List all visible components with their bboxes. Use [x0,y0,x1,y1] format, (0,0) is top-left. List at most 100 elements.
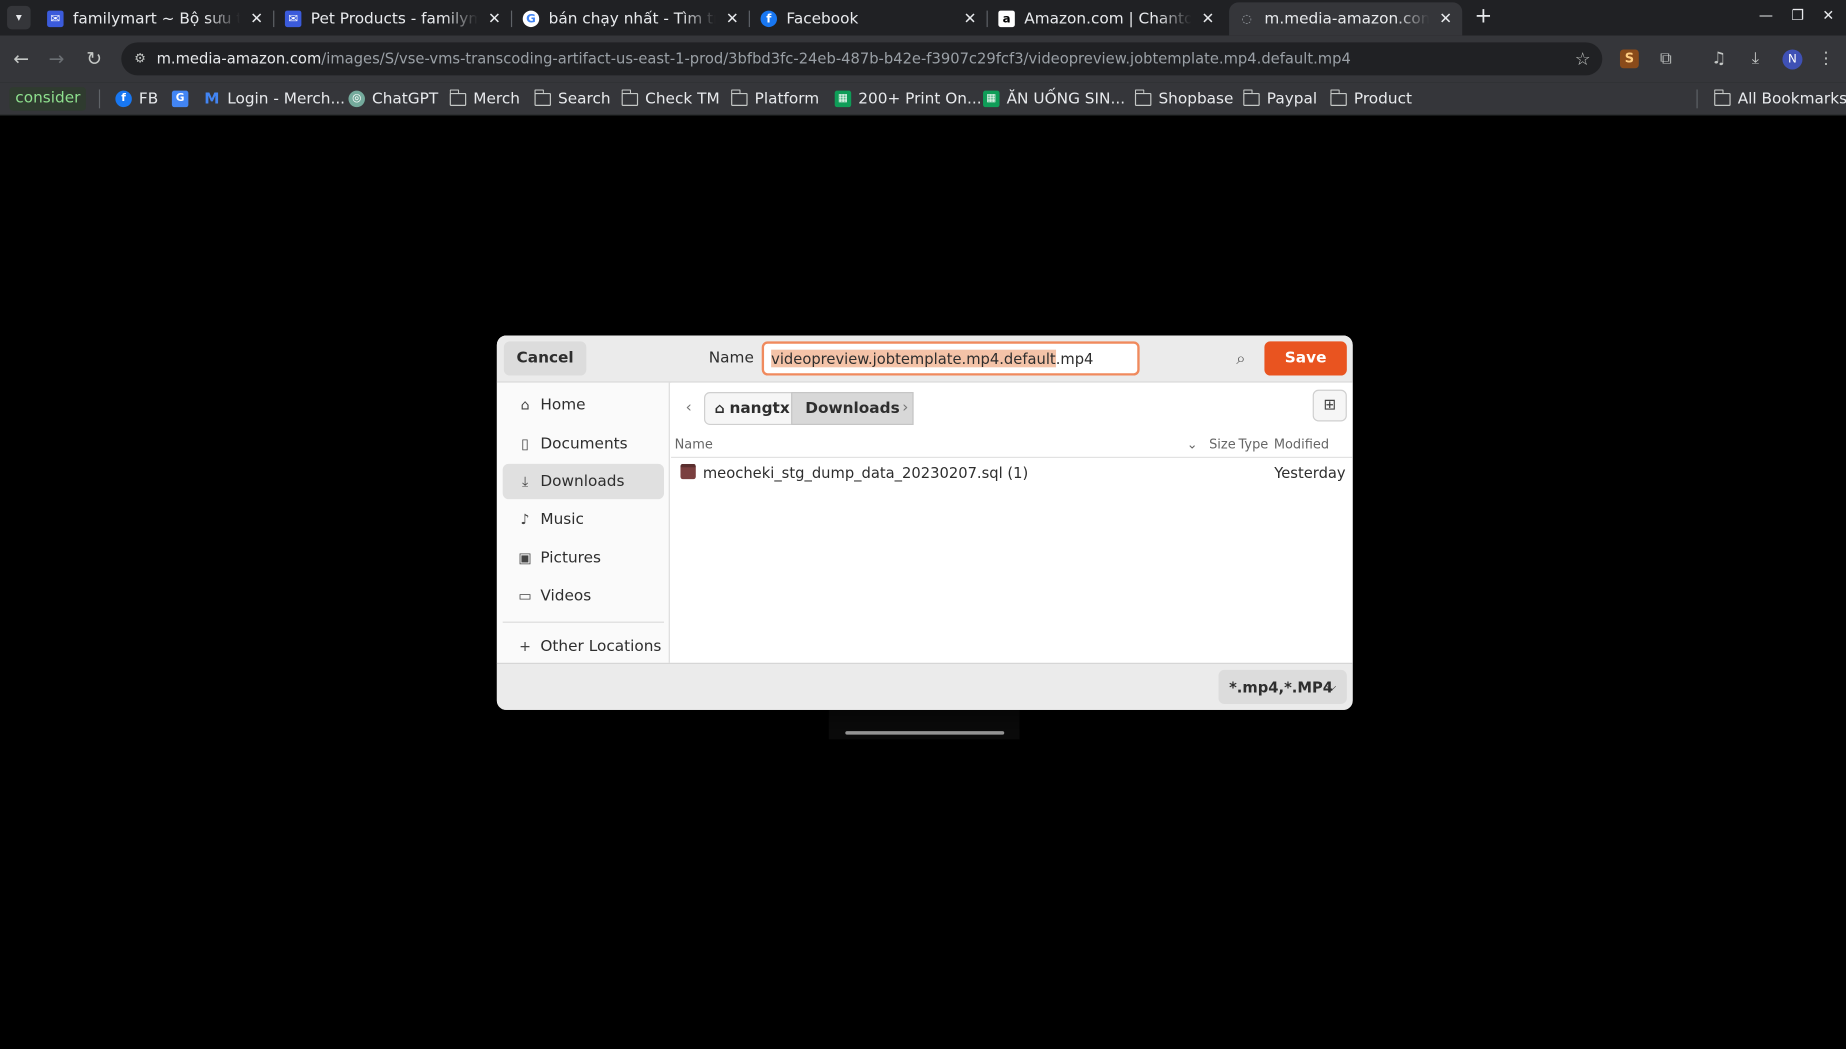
extensions-puzzle-icon[interactable]: ⧉ [1654,47,1678,71]
bookmark-folder-product[interactable]: Product [1329,87,1413,111]
column-size[interactable]: Size [1209,437,1236,452]
bookmark-label: ĂN UỐNG SIN... [1006,90,1126,108]
place-downloads[interactable]: ⤓ Downloads [502,463,664,500]
close-icon[interactable]: ✕ [723,10,742,28]
tab-separator [986,10,988,28]
home-icon: ⌂ [520,396,530,414]
bookmark-label: Product [1353,90,1413,108]
minimize-icon[interactable]: — [1757,7,1776,23]
tab-separator [273,10,275,28]
new-folder-icon[interactable]: ⊞ [1312,389,1347,422]
tab-separator [748,10,750,28]
bookmark-fb[interactable]: f FB [115,87,158,111]
media-control-icon[interactable]: ♫ [1707,47,1731,71]
close-icon[interactable]: ✕ [1436,10,1455,28]
bookmark-login-merch[interactable]: M Login - Merch... [204,87,345,111]
column-type[interactable]: Type [1239,437,1269,452]
save-file-dialog: Cancel Name videopreview.jobtemplate.mp4… [496,335,1353,710]
name-label: Name [708,349,754,368]
site-info-icon[interactable]: ⚙ [131,49,150,68]
path-left-arrow-icon[interactable]: ‹ [678,392,699,425]
tab-facebook[interactable]: f Facebook ✕ [751,2,988,35]
dialog-footer: *.mp4,*.MP4 ⌵ [496,662,1353,710]
tab-media-amazon[interactable]: ◌ m.media-amazon.com/images ✕ [1229,2,1463,36]
mail-icon: ✉ [284,10,302,28]
videos-icon: ▭ [518,587,532,604]
download-icon[interactable]: ⤓ [1744,47,1768,71]
place-other-locations[interactable]: + Other Locations [503,629,664,664]
column-name[interactable]: Name [675,437,713,452]
column-modified[interactable]: Modified [1274,437,1329,452]
plus-icon: + [519,638,531,655]
filename-extension: .mp4 [1055,349,1094,368]
file-type-filter-select[interactable]: *.mp4,*.MP4 ⌵ [1218,669,1347,705]
folder-icon [1713,88,1731,107]
bookmark-folder-check-tm[interactable]: Check TM [621,87,720,111]
sheets-icon: ▦ [834,90,852,108]
tab-search-icon[interactable]: ▾ [7,5,31,30]
bookmark-an-uong[interactable]: ▦ ĂN UỐNG SIN... [983,87,1125,111]
bookmark-consider[interactable]: consider [9,87,87,111]
file-modified: Yesterday [1274,463,1346,482]
bookmark-all-bookmarks[interactable]: All Bookmarks [1713,87,1846,111]
bookmark-folder-search[interactable]: Search [533,87,611,111]
menu-kebab-icon[interactable]: ⋮ [1814,47,1838,71]
pictures-icon: ▣ [518,549,532,567]
address-bar[interactable]: ⚙ m.media-amazon.com/images/S/vse-vms-tr… [121,42,1603,76]
bookmark-separator [1696,89,1698,109]
video-progress-bar[interactable] [845,731,1005,735]
restore-icon[interactable]: ❐ [1788,7,1807,23]
close-icon[interactable]: ✕ [247,10,266,28]
place-videos[interactable]: ▭ Videos [503,578,664,613]
close-icon[interactable]: ✕ [1198,10,1217,28]
filename-input[interactable]: videopreview.jobtemplate.mp4.default .mp4 [761,341,1140,376]
bookmark-folder-shopbase[interactable]: Shopbase [1134,87,1233,111]
bookmark-translate[interactable]: G [171,87,196,111]
browser-toolbar: ← → ↻ ⚙ m.media-amazon.com/images/S/vse-… [0,35,1846,83]
bookmark-label: Login - Merch... [227,90,346,108]
bookmark-label: Check TM [645,90,720,108]
place-documents[interactable]: ▯ Documents [503,426,664,461]
tab-separator [510,10,513,28]
bookmark-label: Paypal [1266,90,1318,108]
sheets-icon: ▦ [983,90,1000,108]
path-right-arrow-icon[interactable]: › [895,392,916,425]
extension-icon[interactable]: S [1619,49,1639,69]
place-music[interactable]: ♪ Music [503,502,664,537]
bookmark-folder-merch[interactable]: Merch [449,87,520,111]
place-pictures[interactable]: ▣ Pictures [503,540,664,575]
breadcrumb-home[interactable]: ⌂ nangtx [704,392,803,426]
close-icon[interactable]: ✕ [485,10,504,28]
bookmark-separator [98,89,101,109]
bookmark-chatgpt[interactable]: ◎ ChatGPT [348,87,438,111]
profile-avatar[interactable]: N [1782,49,1803,70]
tab-amazon[interactable]: a Amazon.com | Chantomo ✕ [989,2,1224,35]
bookmark-print-on[interactable]: ▦ 200+ Print On... [834,87,982,111]
bookmark-label: ChatGPT [372,90,439,108]
close-icon[interactable]: ✕ [961,10,980,28]
place-label: Downloads [540,472,625,491]
forward-icon[interactable]: → [45,47,69,71]
cancel-button[interactable]: Cancel [503,341,587,376]
bookmark-star-icon[interactable]: ☆ [1575,48,1591,69]
save-button[interactable]: Save [1264,341,1347,376]
search-icon[interactable]: ⌕ [1229,347,1253,371]
file-row[interactable]: meocheki_stg_dump_data_20230207.sql (1) … [671,460,1353,486]
path-bar: ‹ ⌂ nangtx Downloads › ⊞ [671,382,1353,430]
bookmark-label: All Bookmarks [1737,90,1846,108]
back-icon[interactable]: ← [9,47,33,71]
tab-familymart-collection[interactable]: ✉ familymart ~ Bộ sưu tập ✕ [38,2,275,35]
bookmark-folder-platform[interactable]: Platform [730,87,819,111]
google-icon: G [522,10,540,28]
new-tab-icon[interactable]: + [1472,4,1496,29]
sort-chevron-icon[interactable]: ⌄ [1187,437,1198,452]
tab-title: bán chạy nhất - Tìm trên Google [548,10,716,28]
tab-google-search[interactable]: G bán chạy nhất - Tìm trên Google ✕ [513,2,750,35]
bookmark-folder-paypal[interactable]: Paypal [1242,87,1318,111]
bookmark-label: Search [558,90,611,108]
tab-pet-products[interactable]: ✉ Pet Products - familymart ✕ [275,2,513,35]
place-home[interactable]: ⌂ Home [503,387,664,422]
reload-icon[interactable]: ↻ [82,47,106,71]
close-window-icon[interactable]: ✕ [1819,7,1838,23]
chatgpt-icon: ◎ [348,90,365,108]
